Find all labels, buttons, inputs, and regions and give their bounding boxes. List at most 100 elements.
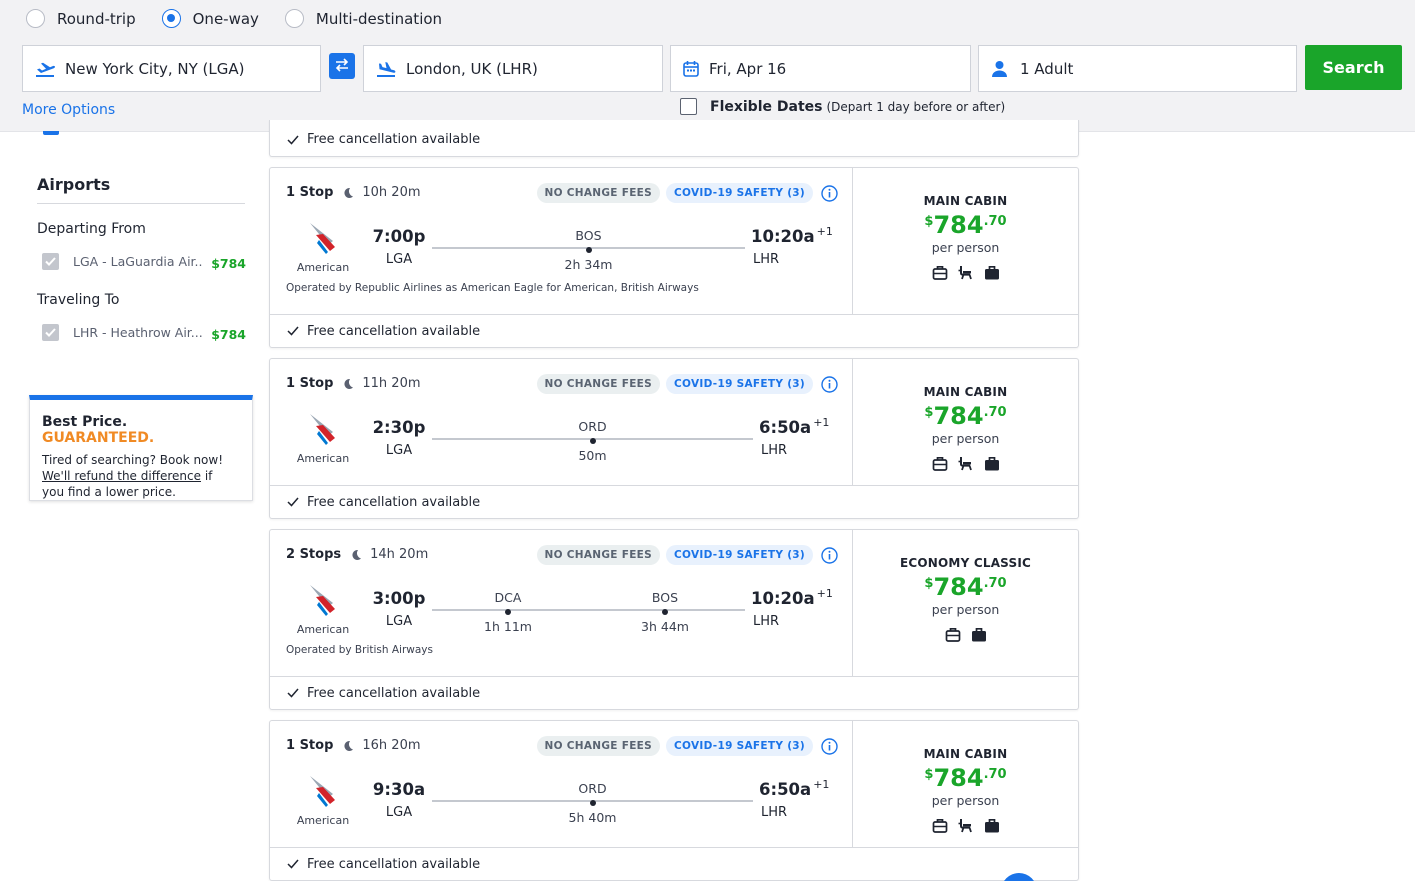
price-currency: $ <box>924 576 934 591</box>
arrival: 10:20a +1 LHR <box>751 225 833 267</box>
free-cancellation-note: Free cancellation available <box>270 676 1078 709</box>
fare-price: $ 784 .70 <box>853 403 1078 429</box>
next-day-indicator: +1 <box>816 587 833 600</box>
search-button[interactable]: Search <box>1305 45 1402 90</box>
airline-name: American <box>296 623 350 636</box>
layover-airport: BOS <box>575 228 602 243</box>
info-icon[interactable] <box>821 375 838 393</box>
departure-airport: LGA <box>385 805 413 820</box>
info-icon[interactable] <box>821 737 838 755</box>
price-currency: $ <box>924 767 934 782</box>
layover-airport: ORD <box>578 419 607 434</box>
covid-safety-badge[interactable]: COVID-19 SAFETY (3) <box>666 183 813 203</box>
layover-0: ORD 50m <box>553 419 633 463</box>
arrival-airport: LHR <box>753 614 780 629</box>
per-person-label: per person <box>931 240 1000 255</box>
check-icon <box>287 326 299 336</box>
trip-type-one-way[interactable]: One-way <box>161 9 259 28</box>
radio-round-trip[interactable] <box>26 9 45 28</box>
total-duration: 14h 20m <box>370 547 429 562</box>
flexible-dates-option[interactable]: Flexible Dates (Depart 1 day before or a… <box>680 98 1005 115</box>
departure-time: 7:00p <box>372 227 426 246</box>
departing-from-label: Departing From <box>37 221 146 237</box>
departing-airport-name: LGA - LaGuardia Air... <box>73 254 204 269</box>
price-panel[interactable]: MAIN CABIN $ 784 .70 per person <box>852 721 1078 847</box>
flexible-dates-label: Flexible Dates <box>710 98 823 115</box>
flight-badges: NO CHANGE FEES COVID-19 SAFETY (3) <box>531 736 839 756</box>
total-duration: 10h 20m <box>362 185 421 200</box>
arrival-time: 10:20a <box>751 589 815 608</box>
departing-airport-filter[interactable]: LGA - LaGuardia Air... $784 <box>42 252 246 271</box>
flight-result-card-partial[interactable]: Free cancellation available <box>269 120 1079 157</box>
seat-icon <box>958 818 974 833</box>
radio-multi-destination[interactable] <box>284 9 304 28</box>
covid-safety-badge[interactable]: COVID-19 SAFETY (3) <box>666 374 813 394</box>
amenities <box>853 265 1078 280</box>
free-cancellation-note: Free cancellation available <box>270 123 1078 156</box>
price-cents: .70 <box>983 576 1007 591</box>
origin-field[interactable]: New York City, NY (LGA) <box>22 45 321 92</box>
american-airlines-logo <box>292 583 354 621</box>
price-amount: 784 <box>933 402 984 430</box>
departure: 2:30p LGA <box>368 418 430 458</box>
amenities <box>853 818 1078 833</box>
date-field[interactable]: Fri, Apr 16 <box>670 45 971 92</box>
flexible-dates-sub: (Depart 1 day before or after) <box>826 99 1006 114</box>
arrival-time: 10:20a <box>751 227 815 246</box>
fare-price: $ 784 .70 <box>853 574 1078 600</box>
moon-icon <box>350 549 362 561</box>
calendar-icon <box>683 60 699 77</box>
price-currency: $ <box>924 214 934 229</box>
carry-on-bag-icon <box>932 265 948 280</box>
covid-safety-badge[interactable]: COVID-19 SAFETY (3) <box>666 736 813 756</box>
traveling-to-label: Traveling To <box>37 292 120 308</box>
trip-type-label: Multi-destination <box>315 9 443 28</box>
total-duration: 16h 20m <box>362 738 421 753</box>
swap-button[interactable] <box>329 53 355 79</box>
arriving-airport-filter[interactable]: LHR - Heathrow Air... $784 <box>42 323 246 342</box>
free-cancellation-text: Free cancellation available <box>307 856 481 872</box>
departure-airport: LGA <box>385 443 413 458</box>
no-change-fees-badge: NO CHANGE FEES <box>536 736 661 756</box>
trip-type-round-trip[interactable]: Round-trip <box>26 9 136 28</box>
airline-name: American <box>296 452 350 465</box>
info-icon[interactable] <box>821 546 838 564</box>
plane-takeoff-icon <box>35 60 55 78</box>
airline-info: American <box>292 583 354 636</box>
layover-dot <box>505 609 511 615</box>
trip-type-multi-destination[interactable]: Multi-destination <box>284 9 443 28</box>
arriving-airport-price: $784 <box>211 327 246 342</box>
radio-one-way[interactable] <box>161 9 181 28</box>
covid-safety-badge[interactable]: COVID-19 SAFETY (3) <box>666 545 813 565</box>
airline-info: American <box>292 412 354 465</box>
layover-duration: 50m <box>578 448 607 463</box>
price-panel[interactable]: MAIN CABIN $ 784 .70 per person <box>852 168 1078 314</box>
departing-airport-checkbox[interactable] <box>42 253 59 270</box>
flight-result-card[interactable]: 2 Stops 14h 20m NO CHANGE FEES COVID-19 … <box>269 529 1079 710</box>
price-panel[interactable]: ECONOMY CLASSIC $ 784 .70 per person <box>852 530 1078 676</box>
operated-by-note: Operated by British Airways <box>286 644 433 656</box>
airline-name: American <box>296 814 350 827</box>
checked-bag-icon <box>971 627 987 642</box>
flexible-dates-checkbox[interactable] <box>680 98 697 115</box>
guarantee-line: you find a lower price. <box>42 485 176 499</box>
price-panel[interactable]: MAIN CABIN $ 784 .70 per person <box>852 359 1078 485</box>
stops-summary: 1 Stop 16h 20m <box>286 738 421 753</box>
departing-airport-price: $784 <box>211 256 246 271</box>
info-icon[interactable] <box>821 184 838 202</box>
more-options-link[interactable]: More Options <box>22 102 115 118</box>
flight-badges: NO CHANGE FEES COVID-19 SAFETY (3) <box>531 374 839 394</box>
arriving-airport-checkbox[interactable] <box>42 324 59 341</box>
flight-result-card[interactable]: 1 Stop 16h 20m NO CHANGE FEES COVID-19 S… <box>269 720 1079 881</box>
american-airlines-logo <box>292 412 354 450</box>
airline-info: American <box>292 221 354 274</box>
check-icon <box>287 135 299 145</box>
destination-field[interactable]: London, UK (LHR) <box>363 45 663 92</box>
travelers-field[interactable]: 1 Adult <box>978 45 1297 92</box>
flight-result-card[interactable]: 1 Stop 11h 20m NO CHANGE FEES COVID-19 S… <box>269 358 1079 519</box>
departure-airport: LGA <box>385 614 413 629</box>
layover-airport: ORD <box>578 781 607 796</box>
refund-difference-link[interactable]: We'll refund the difference <box>42 469 201 483</box>
flight-result-card[interactable]: 1 Stop 10h 20m NO CHANGE FEES COVID-19 S… <box>269 167 1079 348</box>
stops-summary: 2 Stops 14h 20m <box>286 547 428 562</box>
